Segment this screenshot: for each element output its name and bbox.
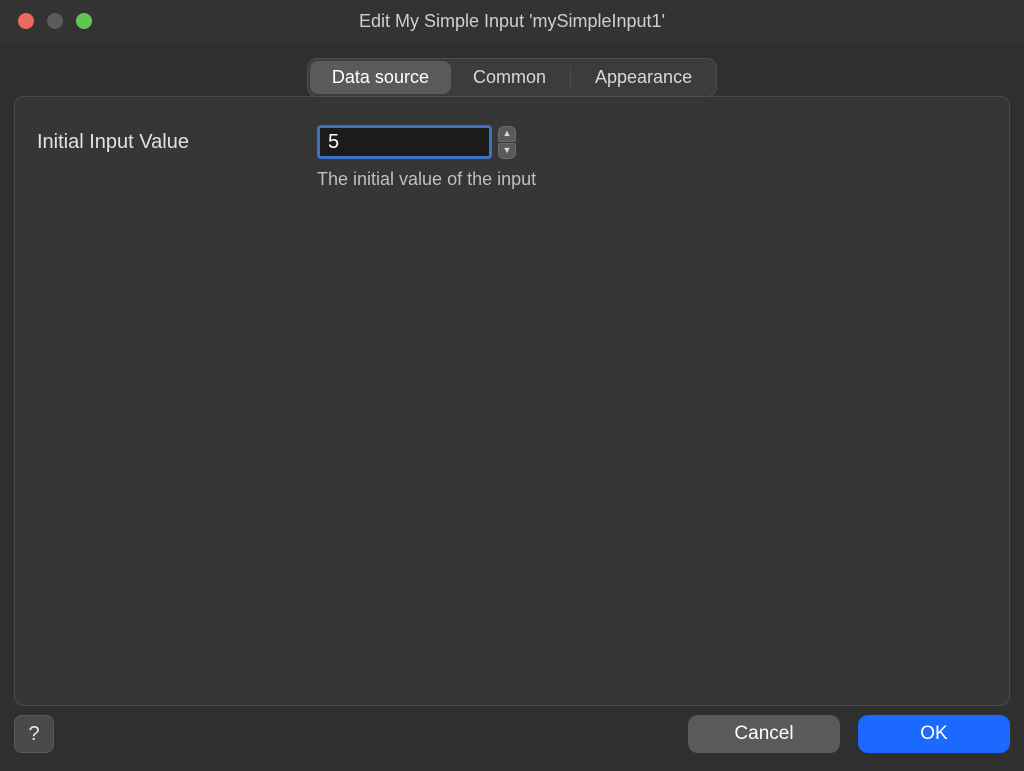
label-initial-input-value: Initial Input Value <box>37 125 317 154</box>
window-controls <box>0 13 92 29</box>
ok-button[interactable]: OK <box>858 715 1010 753</box>
help-button[interactable]: ? <box>14 715 54 753</box>
stepper-down-icon[interactable]: ▼ <box>498 143 516 159</box>
footer: ? Cancel OK <box>0 711 1024 771</box>
tab-common[interactable]: Common <box>451 61 568 94</box>
content-panel: Initial Input Value ▲ ▼ The initial valu… <box>14 96 1010 706</box>
row-initial-input-value: Initial Input Value ▲ ▼ The initial valu… <box>37 125 987 190</box>
tab-data-source[interactable]: Data source <box>310 61 451 94</box>
close-icon[interactable] <box>18 13 34 29</box>
tab-bar: Data source Common Appearance <box>0 58 1024 97</box>
hint-initial-input-value: The initial value of the input <box>317 169 536 190</box>
initial-input-value-stepper: ▲ ▼ <box>498 126 516 159</box>
tab-appearance[interactable]: Appearance <box>573 61 714 94</box>
window-title: Edit My Simple Input 'mySimpleInput1' <box>0 11 1024 32</box>
zoom-icon[interactable] <box>76 13 92 29</box>
minimize-icon[interactable] <box>47 13 63 29</box>
tab-separator <box>570 67 571 88</box>
stepper-up-icon[interactable]: ▲ <box>498 126 516 142</box>
initial-input-value-field[interactable] <box>317 125 492 159</box>
cancel-button[interactable]: Cancel <box>688 715 840 753</box>
titlebar: Edit My Simple Input 'mySimpleInput1' <box>0 0 1024 42</box>
